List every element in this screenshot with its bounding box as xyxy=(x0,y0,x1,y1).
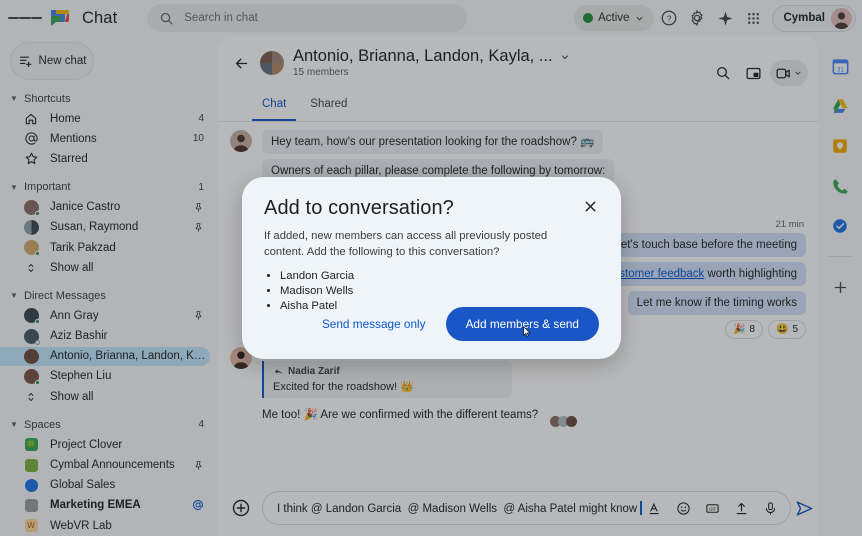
add-members-and-send-button[interactable]: Add members & send xyxy=(445,307,599,341)
add-to-conversation-dialog: Add to conversation? If added, new membe… xyxy=(242,177,621,359)
dialog-title: Add to conversation? xyxy=(264,197,454,219)
dialog-body: If added, new members can access all pre… xyxy=(264,230,548,258)
dialog-actions: Send message only Add members & send xyxy=(316,307,599,341)
send-message-only-button[interactable]: Send message only xyxy=(316,309,432,339)
pointer-cursor xyxy=(523,326,531,337)
close-icon[interactable] xyxy=(579,195,601,217)
list-item: Landon Garcia xyxy=(280,269,599,284)
list-item: Madison Wells xyxy=(280,284,599,299)
